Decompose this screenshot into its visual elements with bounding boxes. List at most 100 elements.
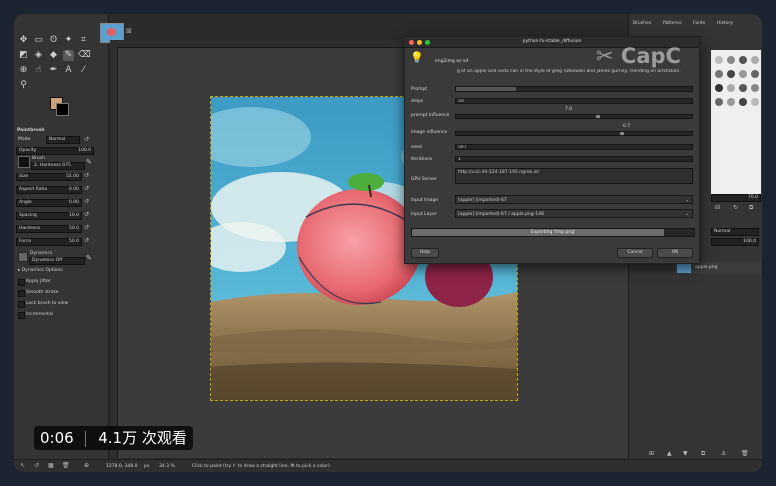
image-influence-slider[interactable]	[455, 131, 693, 136]
lasso-icon[interactable]: ʘ	[48, 35, 59, 46]
undo-icon[interactable]: ↺	[34, 462, 39, 469]
brush-item[interactable]	[751, 70, 759, 78]
tab-fonts[interactable]: Fonts	[693, 21, 705, 26]
brush-edit-icon[interactable]: ⊟	[715, 204, 720, 211]
brush-preview-icon[interactable]	[18, 156, 30, 168]
gpu-server-input[interactable]: http://ca2-34-124-187-195.ngrok.io/	[455, 168, 693, 184]
mode-select[interactable]: Normal	[46, 136, 80, 144]
dynamics-options-expander[interactable]: ▸ Dynamics Options	[18, 268, 63, 273]
layer-up-icon[interactable]: ▲	[667, 450, 672, 457]
color-picker-icon[interactable]: ⁄	[78, 65, 89, 76]
brush-item[interactable]	[727, 70, 735, 78]
brush-item[interactable]	[751, 98, 759, 106]
unit-select[interactable]: px	[144, 464, 150, 469]
brush-item[interactable]	[739, 70, 747, 78]
brush-size-spin[interactable]: 70.0	[711, 194, 761, 202]
input-image-select[interactable]: [apple] (imported)-67 ⌄	[455, 195, 693, 204]
incremental-checkbox[interactable]	[18, 312, 25, 319]
brush-item[interactable]	[715, 84, 723, 92]
eraser-icon[interactable]: ⌫	[78, 50, 91, 61]
edit-dynamics-icon[interactable]: ✎	[86, 254, 92, 262]
force-reset-icon[interactable]: ↺	[84, 237, 89, 244]
spacing-slider[interactable]: Spacing 10.0	[16, 212, 82, 220]
layer-opacity-slider[interactable]: 100.0	[711, 238, 759, 246]
brush-item[interactable]	[715, 56, 723, 64]
smudge-icon[interactable]: ☝	[33, 65, 44, 76]
clone-icon[interactable]: ⊕	[18, 65, 29, 76]
transform-icon[interactable]: ◩	[18, 50, 29, 61]
fuzzy-select-icon[interactable]: ✦	[63, 35, 74, 46]
steps-input[interactable]: 50	[455, 98, 693, 104]
grid-icon[interactable]: ▦	[48, 462, 54, 469]
angle-reset-icon[interactable]: ↺	[84, 198, 89, 205]
background-color-swatch[interactable]	[56, 103, 69, 116]
cancel-button[interactable]: Cancel	[617, 248, 653, 258]
aspect-ratio-slider[interactable]: Aspect Ratio 0.00	[16, 186, 82, 194]
pointer-icon[interactable]: ↖	[20, 462, 25, 469]
zoom-window-icon[interactable]	[425, 40, 430, 45]
brush-item[interactable]	[715, 70, 723, 78]
warp-icon[interactable]: ◈	[33, 50, 44, 61]
navigate-icon[interactable]: ⊕	[84, 462, 89, 469]
spacing-reset-icon[interactable]: ↺	[84, 211, 89, 218]
force-slider[interactable]: Force 50.0	[16, 238, 82, 246]
layer-mode-select[interactable]: Normal	[711, 228, 759, 236]
dynamics-select[interactable]: Dynamics Off	[29, 257, 85, 265]
brush-item[interactable]	[727, 56, 735, 64]
prompt-input[interactable]	[455, 86, 693, 92]
image-influence-handle[interactable]	[619, 132, 624, 135]
crop-icon[interactable]: ⌗	[78, 35, 89, 46]
ok-button[interactable]: OK	[657, 248, 693, 258]
brush-item[interactable]	[739, 84, 747, 92]
brush-open-icon[interactable]: ⧉	[749, 204, 753, 212]
tab-patterns[interactable]: Patterns	[663, 21, 682, 26]
brush-item[interactable]	[715, 98, 723, 106]
size-slider[interactable]: Size 51.00	[16, 173, 82, 181]
prompt-scroll-thumb[interactable]	[456, 87, 516, 91]
seed-input[interactable]: 567	[455, 144, 693, 150]
paintbrush-icon[interactable]: ✎	[63, 50, 74, 61]
hardness-slider[interactable]: Hardness 50.0	[16, 225, 82, 233]
lock-brush-checkbox[interactable]	[18, 301, 25, 308]
move-tool-icon[interactable]: ✥	[18, 35, 29, 46]
brush-grid[interactable]	[711, 50, 761, 200]
prompt-influence-handle[interactable]	[596, 115, 601, 118]
brush-item[interactable]	[751, 56, 759, 64]
brush-item[interactable]	[727, 84, 735, 92]
zoom-select[interactable]: 34.3 %	[159, 464, 175, 469]
opacity-slider[interactable]: Opacity 100.0	[16, 147, 94, 155]
hardness-reset-icon[interactable]: ↺	[84, 224, 89, 231]
brush-refresh-icon[interactable]: ↻	[733, 204, 738, 211]
zoom-icon[interactable]: ⚲	[18, 80, 29, 91]
edit-brush-icon[interactable]: ✎	[86, 158, 92, 166]
dynamics-icon[interactable]	[18, 252, 28, 262]
prompt-influence-slider[interactable]	[455, 114, 693, 119]
angle-slider[interactable]: Angle 0.00	[16, 199, 82, 207]
input-layer-select[interactable]: [apple] (imported)-67 / apple.png-148 ⌄	[455, 209, 693, 218]
minimize-window-icon[interactable]	[417, 40, 422, 45]
brush-item[interactable]	[739, 56, 747, 64]
reset-icon[interactable]: ↺	[84, 136, 89, 143]
bucket-icon[interactable]: ◆	[48, 50, 59, 61]
tab-history[interactable]: History	[717, 21, 733, 26]
text-tool-icon[interactable]: A	[63, 65, 74, 76]
help-button[interactable]: Help	[411, 248, 439, 258]
iterations-input[interactable]: 1	[455, 156, 693, 162]
anchor-layer-icon[interactable]: ⚓	[721, 450, 726, 457]
brush-item[interactable]	[751, 84, 759, 92]
brush-name-field[interactable]: 2. Hardness 075	[31, 162, 85, 170]
size-reset-icon[interactable]: ↺	[84, 172, 89, 179]
brush-item[interactable]	[739, 98, 747, 106]
trash-icon[interactable]: 🗑	[62, 462, 70, 469]
smooth-stroke-checkbox[interactable]	[18, 290, 25, 297]
path-icon[interactable]: ✒	[48, 65, 59, 76]
layer-down-icon[interactable]: ▼	[683, 450, 688, 457]
brush-item[interactable]	[727, 98, 735, 106]
aspect-reset-icon[interactable]: ↺	[84, 185, 89, 192]
delete-layer-icon[interactable]: 🗑	[741, 450, 749, 457]
duplicate-layer-icon[interactable]: ⧉	[701, 450, 705, 458]
apply-jitter-checkbox[interactable]	[18, 279, 25, 286]
close-window-icon[interactable]	[409, 40, 414, 45]
new-layer-icon[interactable]: ⊞	[649, 450, 654, 457]
rect-select-icon[interactable]: ▭	[33, 35, 44, 46]
